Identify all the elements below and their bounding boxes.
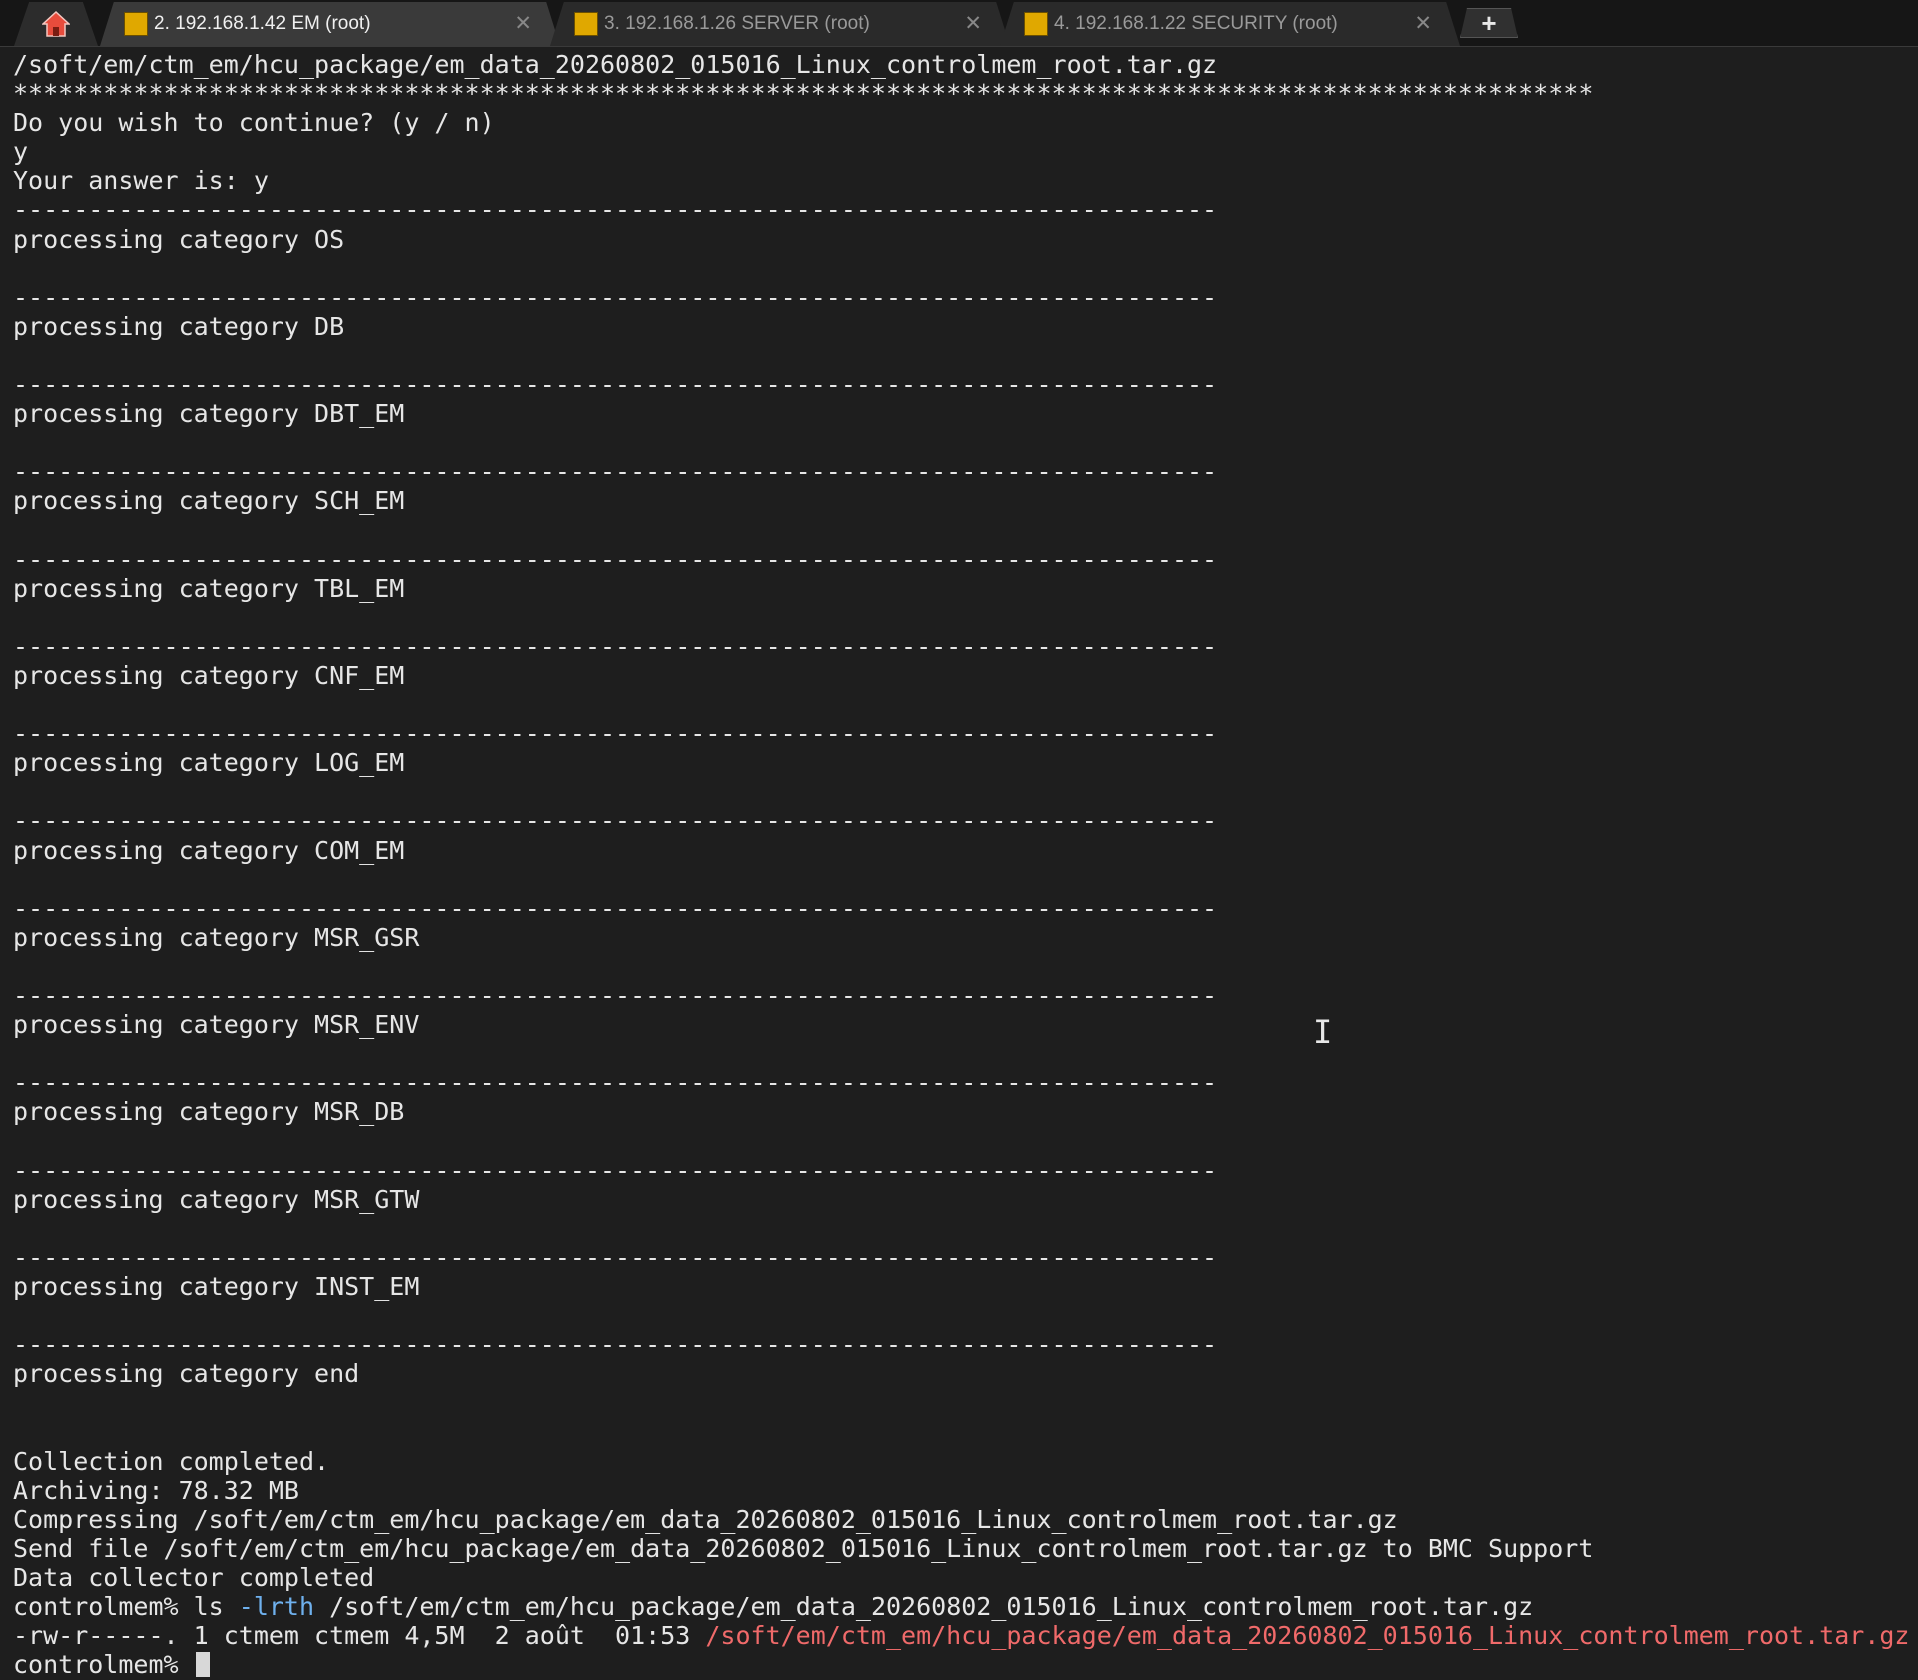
terminal-line: ----------------------------------------… [13,981,1218,1010]
active-prompt-line[interactable]: controlmem% [13,1650,1909,1679]
putty-icon [1024,12,1048,36]
terminal-line: processing category TBL_EM [13,573,405,603]
terminal-line: ----------------------------------------… [13,544,1218,574]
tab-label: 2. 192.168.1.42 EM (root) [154,13,371,34]
terminal-line: processing category LOG_EM [13,748,405,778]
file-listing-details: -rw-r-----. 1 ctmem ctmem 4,5M 2 août 01… [13,1621,706,1651]
terminal-line: ----------------------------------------… [13,631,1218,661]
tab-em[interactable]: 2. 192.168.1.42 EM (root) ✕ [100,2,560,46]
terminal-line: processing category CNF_EM [13,660,405,690]
command-argument: /soft/em/ctm_em/hcu_package/em_data_2026… [314,1591,1534,1621]
close-icon[interactable]: ✕ [1414,11,1432,36]
terminal-lines: /soft/em/ctm_em/hcu_package/em_data_2026… [13,50,1909,1679]
terminal-line: y [13,137,29,167]
terminal-line: Send file /soft/em/ctm_em/hcu_package/em… [13,1533,1594,1563]
tab-label: 4. 192.168.1.22 SECURITY (root) [1054,13,1338,34]
command-line: controlmem% ls -lrth /soft/em/ctm_em/hcu… [13,1592,1909,1621]
terminal-line: ----------------------------------------… [13,370,1218,400]
terminal-line: processing category DB [13,311,345,341]
command-name: ls [193,1591,239,1621]
terminal-line: ----------------------------------------… [13,893,1218,923]
tab-label: 3. 192.168.1.26 SERVER (root) [604,13,870,34]
putty-icon [574,12,598,36]
terminal-line: processing category SCH_EM [13,486,405,516]
terminal-line: processing category DBT_EM [13,399,405,429]
terminal-output[interactable]: /soft/em/ctm_em/hcu_package/em_data_2026… [0,47,1918,1680]
shell-prompt: controlmem% [13,1650,194,1680]
terminal-line: Archiving: 78.32 MB [13,1475,299,1505]
terminal-line: processing category MSR_GSR [13,922,420,952]
new-tab-button[interactable]: + [1460,8,1518,38]
home-icon [42,10,70,37]
terminal-line: ----------------------------------------… [13,719,1218,749]
terminal-line: processing category COM_EM [13,835,405,865]
terminal-line: processing category MSR_GTW [13,1184,420,1214]
putty-icon [124,12,148,36]
tab-security[interactable]: 4. 192.168.1.22 SECURITY (root) ✕ [1000,2,1460,46]
shell-prompt: controlmem% [13,1591,194,1621]
terminal-line: ----------------------------------------… [13,1242,1218,1272]
tab-server[interactable]: 3. 192.168.1.26 SERVER (root) ✕ [550,2,1010,46]
terminal-line: ----------------------------------------… [13,282,1218,312]
terminal-line: Your answer is: y [13,166,269,196]
terminal-line: processing category INST_EM [13,1271,420,1301]
file-listing-line: -rw-r-----. 1 ctmem ctmem 4,5M 2 août 01… [13,1621,1909,1650]
tab-bar: 2. 192.168.1.42 EM (root) ✕ 3. 192.168.1… [0,0,1918,47]
terminal-line: ****************************************… [13,79,1594,109]
file-name: /soft/em/ctm_em/hcu_package/em_data_2026… [705,1621,1910,1651]
terminal-line: Collection completed. [13,1446,330,1476]
terminal-line: processing category OS [13,224,345,254]
command-option: -lrth [238,1591,315,1621]
terminal-line: processing category MSR_DB [13,1097,405,1127]
terminal-line: ----------------------------------------… [13,1068,1218,1098]
terminal-line: processing category MSR_ENV [13,1010,420,1040]
terminal-line: Data collector completed [13,1562,375,1592]
text-cursor [195,1652,210,1678]
terminal-line: Compressing /soft/em/ctm_em/hcu_package/… [13,1504,1398,1534]
terminal-line: processing category end [13,1359,360,1389]
i-beam-cursor-icon: I [1313,1013,1333,1051]
terminal-line: /soft/em/ctm_em/hcu_package/em_data_2026… [13,50,1218,79]
home-tab[interactable] [14,2,98,46]
close-icon[interactable]: ✕ [964,11,982,36]
close-icon[interactable]: ✕ [514,11,532,36]
terminal-line: Do you wish to continue? (y / n) [13,108,495,138]
terminal-line: ----------------------------------------… [13,457,1218,487]
terminal-line: ----------------------------------------… [13,195,1218,225]
plus-icon: + [1481,8,1497,38]
terminal-line: ----------------------------------------… [13,1330,1218,1360]
terminal-line: ----------------------------------------… [13,806,1218,836]
terminal-line: ----------------------------------------… [13,1155,1218,1185]
